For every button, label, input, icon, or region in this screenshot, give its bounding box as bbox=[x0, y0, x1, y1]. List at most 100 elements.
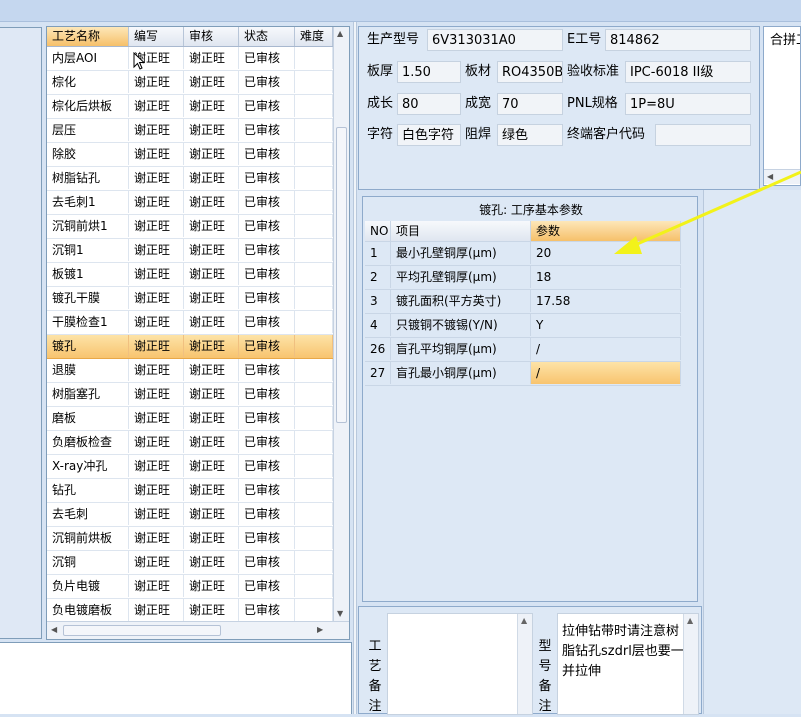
table-row[interactable]: 棕化 谢正旺 谢正旺 已审核 bbox=[47, 71, 333, 95]
table-row[interactable]: 镀孔干膜 谢正旺 谢正旺 已审核 bbox=[47, 287, 333, 311]
status-cell: 已审核 bbox=[239, 551, 295, 573]
col-header-author[interactable]: 编写 bbox=[129, 27, 184, 46]
author-cell: 谢正旺 bbox=[129, 335, 184, 357]
table-row[interactable]: 树脂钻孔 谢正旺 谢正旺 已审核 bbox=[47, 167, 333, 191]
table-row[interactable]: 磨板 谢正旺 谢正旺 已审核 bbox=[47, 407, 333, 431]
reviewer-cell: 谢正旺 bbox=[184, 431, 239, 453]
table-row[interactable]: 除胶 谢正旺 谢正旺 已审核 bbox=[47, 143, 333, 167]
cursor-icon bbox=[133, 52, 145, 70]
process-remark-scrollbar[interactable]: ▲ bbox=[517, 614, 532, 714]
model-field[interactable]: 6V313031A0 bbox=[427, 29, 563, 51]
status-cell: 已审核 bbox=[239, 503, 295, 525]
difficulty-cell bbox=[295, 383, 333, 405]
col-header-process-name[interactable]: 工艺名称 bbox=[47, 27, 129, 46]
param-item-cell: 最小孔壁铜厚(μm) bbox=[391, 242, 531, 264]
standard-field[interactable]: IPC-6018 II级 bbox=[625, 61, 751, 83]
model-remark-scrollbar[interactable]: ▲ bbox=[683, 614, 698, 714]
col-header-difficulty[interactable]: 难度 bbox=[295, 27, 333, 46]
table-row[interactable]: 干膜检查1 谢正旺 谢正旺 已审核 bbox=[47, 311, 333, 335]
eno-field[interactable]: 814862 bbox=[605, 29, 751, 51]
param-row[interactable]: 26 盲孔平均铜厚(μm) / bbox=[365, 338, 681, 362]
process-grid[interactable]: 工艺名称 编写 审核 状态 难度 内层AOI 谢正旺 谢正旺 已审核 棕化 谢正旺 谢正旺已… bbox=[46, 26, 350, 640]
scroll-up-icon[interactable]: ▲ bbox=[337, 29, 343, 38]
process-name-cell: 负磨板检查 bbox=[47, 431, 129, 453]
width-field[interactable]: 70 bbox=[497, 93, 563, 115]
table-row[interactable]: 去毛刺1 谢正旺 谢正旺 已审核 bbox=[47, 191, 333, 215]
process-name-cell: 沉铜 bbox=[47, 551, 129, 573]
difficulty-cell bbox=[295, 287, 333, 309]
status-cell: 已审核 bbox=[239, 431, 295, 453]
material-field[interactable]: RO4350B bbox=[497, 61, 563, 83]
process-name-cell: 沉铜1 bbox=[47, 239, 129, 261]
reviewer-cell: 谢正旺 bbox=[184, 311, 239, 333]
difficulty-cell bbox=[295, 263, 333, 285]
length-field[interactable]: 80 bbox=[397, 93, 461, 115]
table-row[interactable]: 退膜 谢正旺 谢正旺 已审核 bbox=[47, 359, 333, 383]
scroll-right-icon[interactable]: ▶ bbox=[317, 625, 323, 634]
params-col-item[interactable]: 项目 bbox=[391, 221, 531, 241]
table-row[interactable]: 板镀1 谢正旺 谢正旺 已审核 bbox=[47, 263, 333, 287]
col-header-status[interactable]: 状态 bbox=[239, 27, 295, 46]
pane-splitter[interactable] bbox=[353, 22, 357, 714]
table-row[interactable]: 去毛刺 谢正旺 谢正旺 已审核 bbox=[47, 503, 333, 527]
mask-label: 阻焊 bbox=[465, 127, 492, 142]
window-top-bar bbox=[0, 0, 801, 22]
table-row[interactable]: 沉铜 谢正旺 谢正旺 已审核 bbox=[47, 551, 333, 575]
reviewer-cell: 谢正旺 bbox=[184, 527, 239, 549]
process-grid-header: 工艺名称 编写 审核 状态 难度 bbox=[47, 27, 333, 47]
table-row[interactable]: 沉铜前烘1 谢正旺 谢正旺 已审核 bbox=[47, 215, 333, 239]
param-row[interactable]: 4 只镀铜不镀锡(Y/N) Y bbox=[365, 314, 681, 338]
customer-field[interactable] bbox=[655, 124, 751, 146]
grid-vertical-scrollbar[interactable]: ▲ ▼ bbox=[333, 27, 349, 621]
process-remark-scroll-up-icon[interactable]: ▲ bbox=[521, 616, 527, 625]
param-value-cell[interactable]: / bbox=[531, 338, 681, 360]
process-name-cell: 内层AOI bbox=[47, 47, 129, 69]
reviewer-cell: 谢正旺 bbox=[184, 191, 239, 213]
table-row[interactable]: 沉铜1 谢正旺 谢正旺 已审核 bbox=[47, 239, 333, 263]
table-row[interactable]: 负磨板检查 谢正旺 谢正旺 已审核 bbox=[47, 431, 333, 455]
table-row-selected[interactable]: 镀孔 谢正旺 谢正旺 已审核 bbox=[47, 335, 333, 359]
thickness-field[interactable]: 1.50 bbox=[397, 61, 461, 83]
left-tree-panel[interactable] bbox=[0, 27, 42, 639]
grid-vertical-scroll-thumb[interactable] bbox=[336, 127, 347, 423]
reviewer-cell: 谢正旺 bbox=[184, 407, 239, 429]
grid-horizontal-scrollbar[interactable]: ◀ ▶ bbox=[47, 621, 349, 639]
mask-field[interactable]: 绿色 bbox=[497, 124, 563, 146]
param-item-cell: 盲孔最小铜厚(μm) bbox=[391, 362, 531, 384]
table-row[interactable]: 沉铜前烘板 谢正旺 谢正旺 已审核 bbox=[47, 527, 333, 551]
model-remark-scroll-up-icon[interactable]: ▲ bbox=[687, 616, 693, 625]
difficulty-cell bbox=[295, 335, 333, 357]
reviewer-cell: 谢正旺 bbox=[184, 575, 239, 597]
char-field[interactable]: 白色字符 bbox=[397, 124, 461, 146]
table-row[interactable]: 负片电镀 谢正旺 谢正旺 已审核 bbox=[47, 575, 333, 599]
table-row[interactable]: 棕化后烘板 谢正旺 谢正旺 已审核 bbox=[47, 95, 333, 119]
param-value-cell[interactable]: Y bbox=[531, 314, 681, 336]
table-row[interactable]: 树脂塞孔 谢正旺 谢正旺 已审核 bbox=[47, 383, 333, 407]
author-cell: 谢正旺 bbox=[129, 599, 184, 621]
author-cell: 谢正旺 bbox=[129, 527, 184, 549]
pnl-field[interactable]: 1P=8U bbox=[625, 93, 751, 115]
reviewer-cell: 谢正旺 bbox=[184, 455, 239, 477]
table-row[interactable]: X-ray冲孔 谢正旺 谢正旺 已审核 bbox=[47, 455, 333, 479]
process-remark-box[interactable]: ▲ bbox=[387, 613, 533, 715]
col-header-reviewer[interactable]: 审核 bbox=[184, 27, 239, 46]
param-value-cell[interactable]: / bbox=[531, 362, 681, 384]
params-col-no[interactable]: NO bbox=[365, 221, 391, 241]
param-row-selected[interactable]: 27 盲孔最小铜厚(μm) / bbox=[365, 362, 681, 386]
table-row[interactable]: 钻孔 谢正旺 谢正旺 已审核 bbox=[47, 479, 333, 503]
scroll-left-icon[interactable]: ◀ bbox=[51, 625, 57, 634]
model-remark-box[interactable]: 拉伸钻带时请注意树脂钻孔szdrl层也要一并拉伸 ▲ bbox=[557, 613, 699, 715]
table-row[interactable]: 层压 谢正旺 谢正旺 已审核 bbox=[47, 119, 333, 143]
difficulty-cell bbox=[295, 191, 333, 213]
grid-horizontal-scroll-thumb[interactable] bbox=[63, 625, 221, 636]
status-cell: 已审核 bbox=[239, 191, 295, 213]
table-row[interactable]: 内层AOI 谢正旺 谢正旺 已审核 bbox=[47, 47, 333, 71]
table-row[interactable]: 负电镀磨板 谢正旺 谢正旺 已审核 bbox=[47, 599, 333, 623]
process-name-cell: 沉铜前烘1 bbox=[47, 215, 129, 237]
author-cell: 谢正旺 bbox=[129, 479, 184, 501]
scroll-down-icon[interactable]: ▼ bbox=[337, 609, 343, 618]
param-no-cell: 26 bbox=[365, 338, 391, 360]
param-value-cell[interactable]: 17.58 bbox=[531, 290, 681, 312]
param-row[interactable]: 3 镀孔面积(平方英寸) 17.58 bbox=[365, 290, 681, 314]
difficulty-cell bbox=[295, 239, 333, 261]
